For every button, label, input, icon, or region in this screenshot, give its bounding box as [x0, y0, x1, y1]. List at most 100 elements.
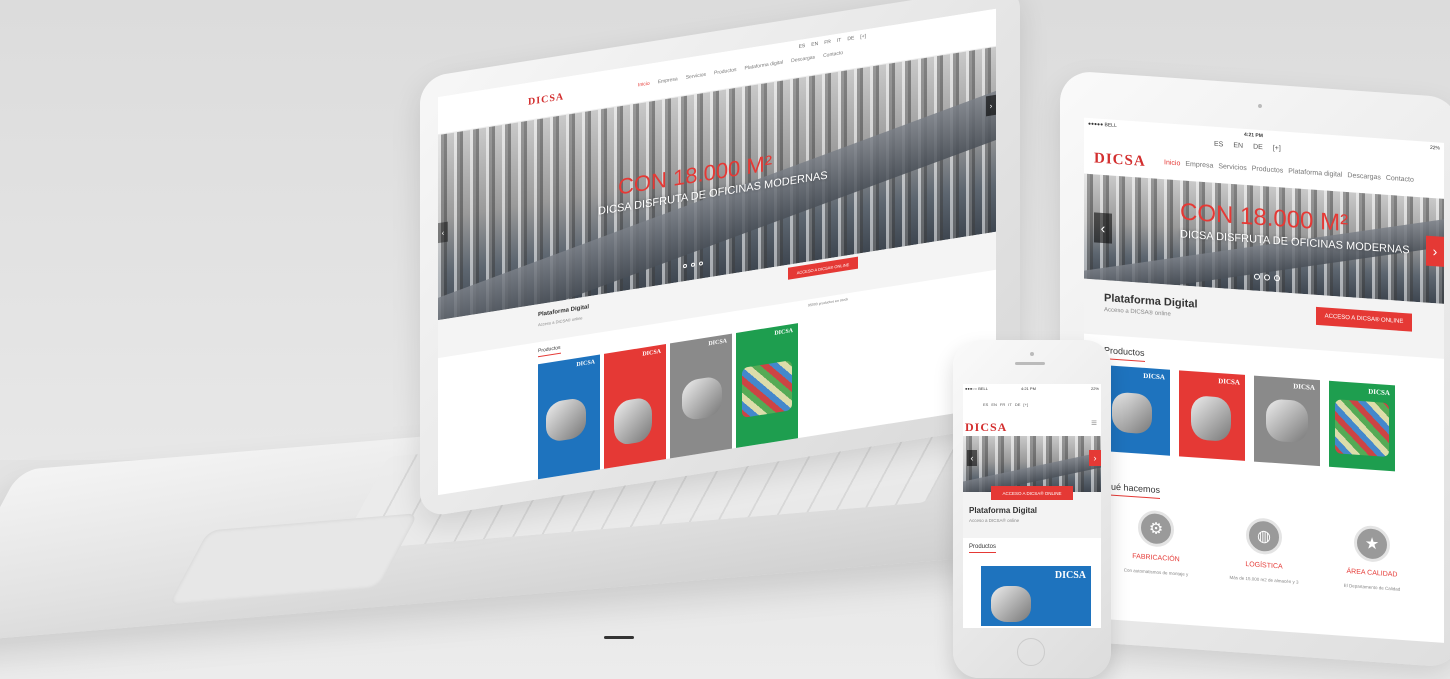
tablet-device: ●●●●● BELL 4:21 PM 22% ES EN DE [+] DICS…	[1060, 70, 1450, 668]
battery-label: 22%	[1090, 386, 1099, 391]
lang-fr[interactable]: FR	[1000, 402, 1005, 407]
phone-status-bar: ●●●○○ BELL 4:21 PM 22%	[963, 384, 1101, 394]
feature-name: ÁREA CALIDAD	[1346, 568, 1398, 579]
chevron-left-icon[interactable]: ‹	[1094, 212, 1112, 244]
plataforma-subtitle: Acceso a DICSA® online	[969, 518, 1020, 523]
globe-icon: ◍	[1246, 517, 1282, 556]
menu-contacto[interactable]: Contacto	[1386, 175, 1414, 184]
productos-stock: 95000 productos en stock	[808, 297, 849, 308]
laptop-trackpad	[168, 513, 419, 606]
product-card[interactable]: DICSA	[1104, 365, 1170, 456]
phone-camera	[1030, 352, 1034, 356]
acceso-online-button[interactable]: ACCESO A DICSA® ONLINE	[1316, 306, 1412, 332]
menu-servicios[interactable]: Servicios	[1218, 163, 1246, 172]
productos-title: Productos	[538, 344, 561, 358]
lang-es[interactable]: ES	[799, 43, 806, 50]
gear-icon: ⚙	[1138, 509, 1174, 548]
carrier-label: ●●●○○ BELL	[965, 386, 988, 391]
feature-fabricacion[interactable]: ⚙ FABRICACIÓN Con automatismos de montaj…	[1106, 507, 1206, 578]
card-logo: DICSA	[1218, 377, 1240, 387]
slider-dots[interactable]	[1254, 273, 1280, 282]
lang-more[interactable]: [+]	[1273, 145, 1281, 153]
lang-fr[interactable]: FR	[824, 39, 831, 46]
chevron-left-icon[interactable]: ‹	[967, 450, 977, 466]
menu-plataforma[interactable]: Plataforma digital	[1288, 168, 1342, 179]
menu-inicio[interactable]: Inicio	[638, 81, 650, 89]
product-card[interactable]: DICSA	[1179, 370, 1245, 461]
card-logo: DICSA	[1143, 371, 1165, 382]
feature-logistica[interactable]: ◍ LOGÍSTICA Más de 15.000 m2 de almacén …	[1214, 515, 1314, 586]
phone-speaker	[1015, 362, 1045, 365]
product-card[interactable]: DICSA	[670, 333, 732, 464]
feature-desc: Con automatismos de montaje y	[1123, 567, 1189, 577]
product-cards: DICSA DICSA DICSA DICSA	[538, 323, 798, 485]
plataforma-title: Plataforma Digital	[969, 506, 1038, 515]
chevron-right-icon[interactable]: ›	[1089, 450, 1101, 466]
laptop-language-bar: ES EN FR IT DE [+]	[799, 33, 866, 50]
lang-en[interactable]: EN	[811, 41, 818, 48]
menu-descargas[interactable]: Descargas	[791, 54, 815, 64]
star-icon: ★	[1354, 524, 1390, 564]
menu-servicios[interactable]: Servicios	[686, 72, 706, 81]
menu-contacto[interactable]: Contacto	[823, 50, 843, 59]
chevron-right-icon[interactable]: ›	[986, 94, 996, 117]
product-card[interactable]: DICSA	[538, 354, 600, 485]
lang-de[interactable]: DE	[1015, 402, 1021, 407]
menu-productos[interactable]: Productos	[714, 67, 737, 77]
card-logo: DICSA	[576, 359, 595, 369]
product-card[interactable]: DICSA	[604, 344, 666, 474]
lang-es[interactable]: ES	[1214, 141, 1223, 149]
lang-de[interactable]: DE	[1253, 144, 1263, 152]
tablet-logo[interactable]: DICSA	[1094, 150, 1146, 171]
menu-empresa[interactable]: Empresa	[658, 76, 678, 85]
acceso-online-button[interactable]: ACCESO A DICSA® ONLINE	[991, 486, 1073, 500]
clock-label: 4:21 PM	[1021, 386, 1036, 391]
product-card[interactable]: DICSA	[736, 323, 798, 453]
lang-more[interactable]: [+]	[860, 33, 866, 40]
lang-de[interactable]: DE	[847, 35, 854, 42]
phone-logo[interactable]: DICSA	[965, 420, 1007, 435]
feature-desc: El Departamento de Calidad	[1343, 582, 1401, 592]
product-card[interactable]: DICSA	[981, 566, 1091, 626]
battery-label: 22%	[1429, 144, 1440, 152]
menu-productos[interactable]: Productos	[1252, 165, 1284, 174]
phone-language-bar: ES EN FR IT DE [+]	[983, 402, 1028, 407]
carrier-label: ●●●●● BELL	[1088, 120, 1117, 129]
laptop-screen: ES EN FR IT DE [+] DICSA Inicio Empresa …	[438, 8, 996, 496]
phone-screen: ●●●○○ BELL 4:21 PM 22% ES EN FR IT DE [+…	[963, 384, 1101, 628]
product-card[interactable]: DICSA	[1254, 375, 1320, 467]
lang-it[interactable]: IT	[837, 37, 841, 44]
card-logo: DICSA	[642, 348, 661, 358]
phone-home-button[interactable]	[1017, 638, 1045, 666]
productos-title: Productos	[969, 544, 997, 553]
tablet-menu: Inicio Empresa Servicios Productos Plata…	[1164, 159, 1414, 183]
menu-plataforma[interactable]: Plataforma digital	[745, 59, 784, 71]
phone-hero-slider: ‹ ›	[963, 436, 1101, 492]
lang-en[interactable]: EN	[991, 402, 997, 407]
product-card[interactable]: DICSA	[1329, 380, 1395, 472]
chevron-right-icon[interactable]: ›	[1426, 235, 1444, 267]
feature-name: FABRICACIÓN	[1132, 553, 1180, 564]
card-logo: DICSA	[708, 338, 727, 348]
clock-label: 4:21 PM	[1244, 131, 1263, 140]
phone-plataforma-section: ACCESO A DICSA® ONLINE Plataforma Digita…	[963, 486, 1101, 538]
menu-descargas[interactable]: Descargas	[1347, 172, 1380, 181]
tablet-screen: ●●●●● BELL 4:21 PM 22% ES EN DE [+] DICS…	[1084, 117, 1444, 643]
chevron-left-icon[interactable]: ‹	[438, 221, 448, 244]
card-logo: DICSA	[774, 327, 793, 337]
feature-calidad[interactable]: ★ ÁREA CALIDAD El Departamento de Calida…	[1322, 522, 1422, 593]
menu-empresa[interactable]: Empresa	[1185, 161, 1213, 170]
lang-more[interactable]: [+]	[1023, 402, 1028, 407]
slider-dots[interactable]	[683, 261, 703, 269]
card-logo: DICSA	[1368, 387, 1390, 398]
hamburger-menu-icon[interactable]: ≡	[1091, 418, 1097, 429]
laptop-logo[interactable]: DICSA	[528, 91, 564, 108]
lang-en[interactable]: EN	[1233, 142, 1243, 150]
menu-inicio[interactable]: Inicio	[1164, 159, 1180, 167]
lang-it[interactable]: IT	[1008, 402, 1012, 407]
feature-name: LOGÍSTICA	[1245, 560, 1283, 571]
phone-device: ●●●○○ BELL 4:21 PM 22% ES EN FR IT DE [+…	[953, 340, 1111, 678]
lang-es[interactable]: ES	[983, 402, 988, 407]
tablet-camera	[1258, 103, 1262, 109]
product-cards: DICSA DICSA DICSA DICSA	[1104, 365, 1395, 472]
